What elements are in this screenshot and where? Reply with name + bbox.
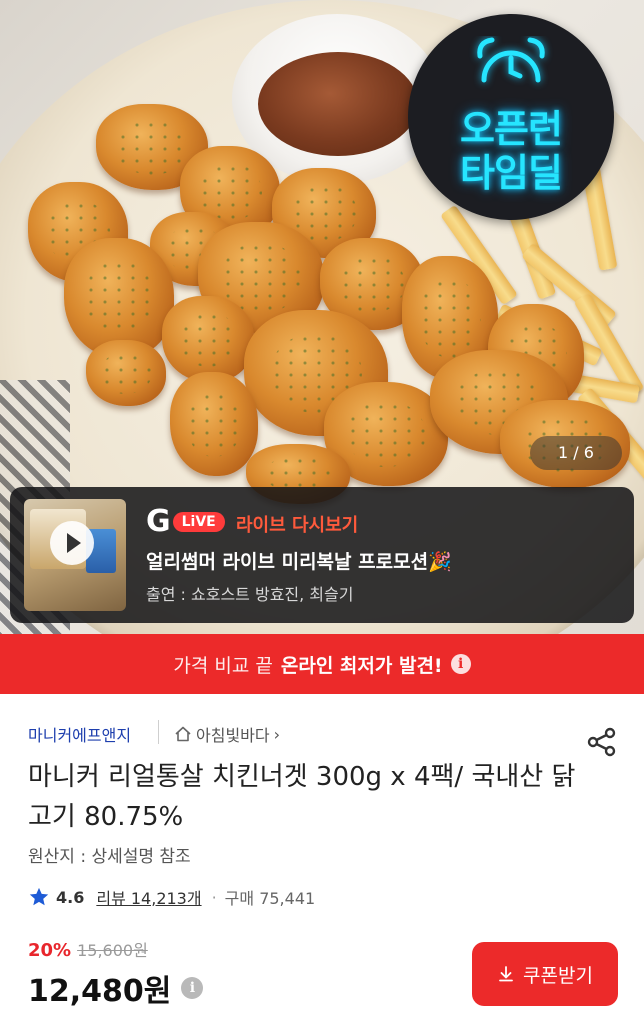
glive-logo: G LiVE — [146, 507, 225, 537]
store-link[interactable]: 아침빛바다 › — [174, 722, 280, 746]
alarm-clock-icon — [477, 37, 545, 83]
product-image[interactable]: 오픈런 타임딜 1 / 6 G LiVE 라이브 다시보기 얼리썸머 라이브 미… — [0, 0, 644, 634]
divider — [158, 720, 159, 744]
nugget — [162, 296, 254, 382]
chevron-right-icon: › — [273, 724, 281, 744]
promo-prefix: 가격 비교 끝 — [173, 654, 273, 677]
original-price: 15,600원 — [77, 941, 148, 960]
home-icon — [175, 726, 191, 742]
discount-row: 20% 15,600원 — [28, 937, 148, 961]
coupon-button-label: 쿠폰받기 — [523, 964, 593, 987]
live-replay-tag: 라이브 다시보기 — [236, 515, 359, 536]
open-run-timedeal-badge: 오픈런 타임딜 — [408, 14, 614, 220]
share-icon[interactable] — [586, 726, 618, 758]
live-badge: LiVE — [172, 512, 225, 532]
promo-highlight: 온라인 최저가 발견! — [280, 654, 443, 677]
discount-percent: 20% — [28, 940, 72, 961]
nugget — [86, 340, 166, 406]
live-cast: 출연 : 쇼호스트 방효진, 최슬기 — [146, 585, 354, 604]
coupon-button[interactable]: 쿠폰받기 — [472, 942, 618, 1006]
info-icon[interactable]: i — [450, 654, 471, 674]
origin-info: 원산지 : 상세설명 참조 — [28, 847, 191, 867]
play-icon[interactable] — [50, 521, 94, 565]
live-title: 얼리썸머 라이브 미리복날 프로모션🎉 — [146, 551, 452, 573]
download-icon — [499, 966, 513, 982]
rating-row: 4.6 리뷰 14,213개 · 구매 75,441 — [28, 885, 315, 909]
glive-logo-letter: G — [146, 504, 171, 539]
product-title: 마니커 리얼통살 치킨너겟 300g x 4팩/ 국내산 닭고기 80.75% — [28, 762, 576, 832]
price-row: 12,480원 i — [28, 966, 204, 1010]
price-info-icon[interactable]: i — [181, 977, 204, 999]
nugget — [170, 372, 258, 476]
star-icon — [29, 887, 49, 906]
sauce — [258, 52, 418, 156]
sale-price: 12,480원 — [28, 974, 172, 1009]
badge-line-2: 타임딜 — [460, 151, 563, 195]
live-replay-card[interactable]: G LiVE 라이브 다시보기 얼리썸머 라이브 미리복날 프로모션🎉 출연 :… — [10, 487, 634, 623]
purchase-count: 구매 75,441 — [224, 889, 316, 908]
rating-score: 4.6 — [56, 887, 85, 907]
seller-link[interactable]: 마니커에프앤지 — [28, 722, 131, 746]
review-count-link[interactable]: 리뷰 14,213개 — [96, 885, 201, 909]
lowest-price-banner[interactable]: 가격 비교 끝 온라인 최저가 발견! i — [0, 634, 644, 694]
store-name: 아침빛바다 — [196, 726, 270, 745]
separator-dot: · — [211, 887, 217, 907]
image-counter: 1 / 6 — [530, 436, 622, 470]
